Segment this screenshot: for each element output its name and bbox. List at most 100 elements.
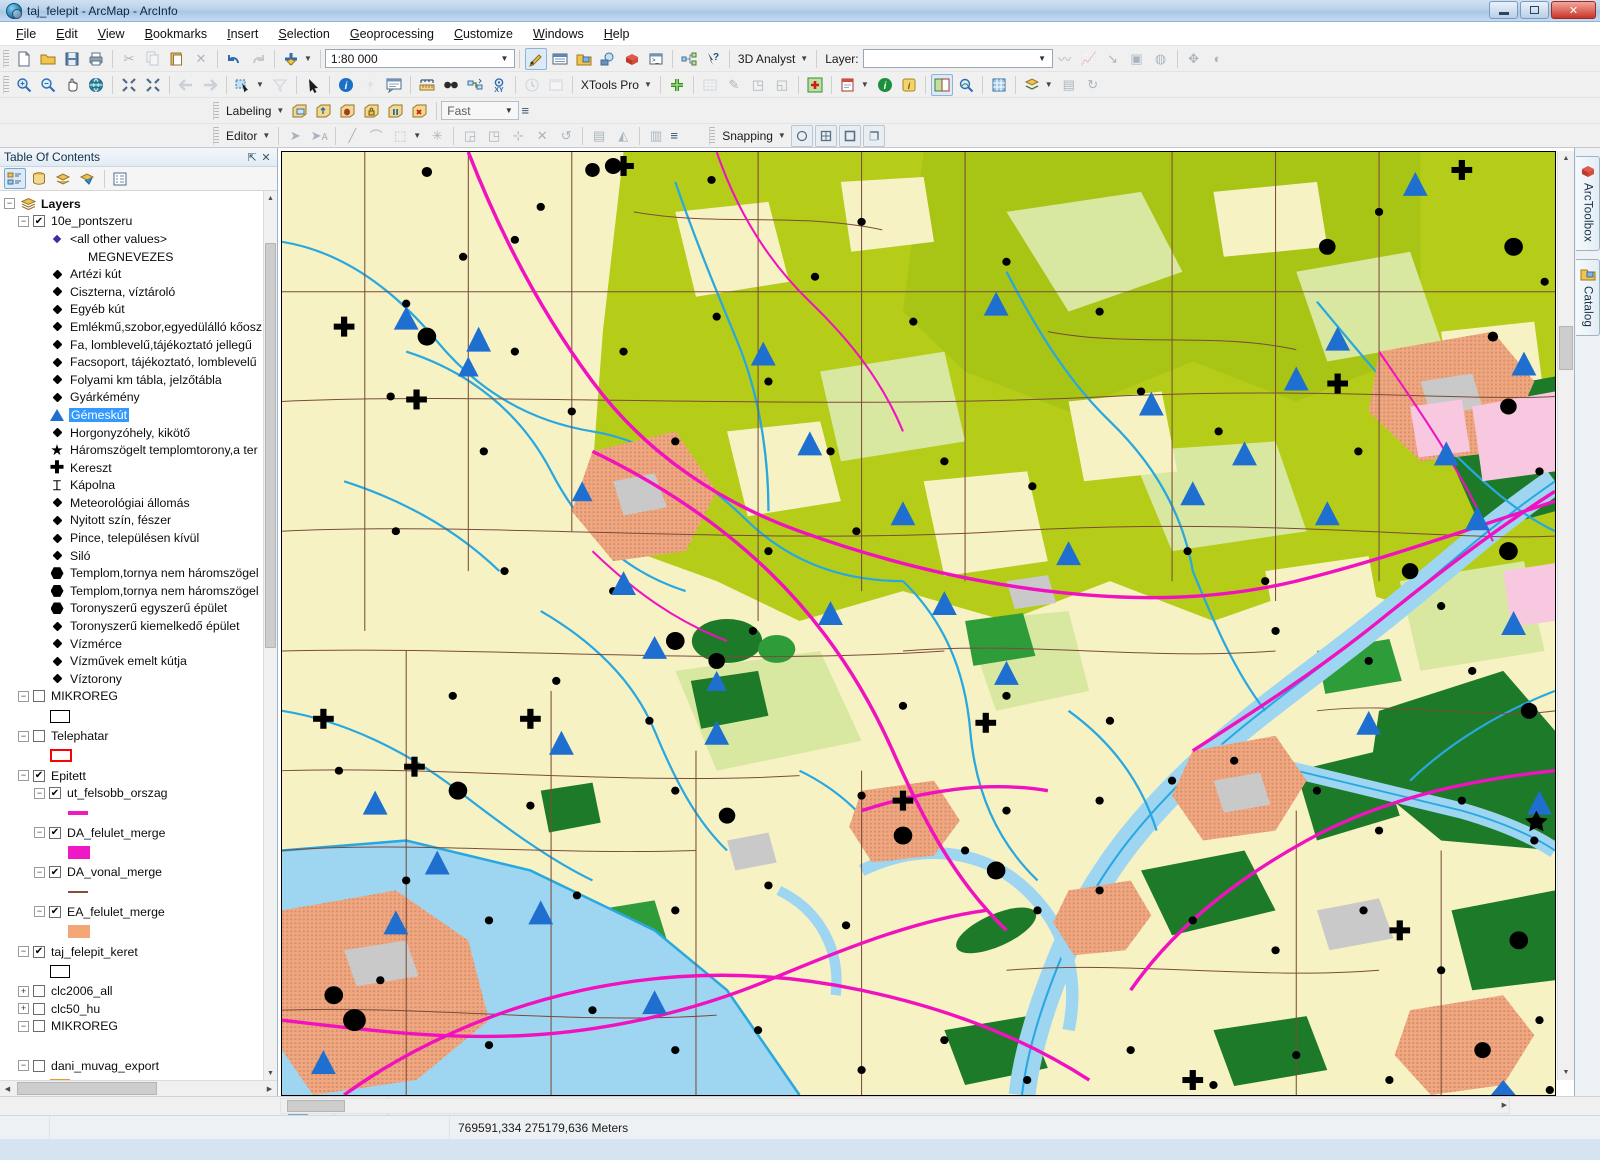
- menu-windows[interactable]: Windows: [523, 24, 594, 44]
- create-features-icon[interactable]: ▥: [645, 125, 667, 147]
- open-folder-icon[interactable]: [37, 48, 59, 70]
- toc-item-mikroreg[interactable]: − MIKROREG: [4, 1018, 263, 1036]
- toc-item-da-felulet-merge[interactable]: − ✔ DA_felulet_merge: [4, 824, 263, 842]
- expander-minus-icon[interactable]: −: [34, 827, 45, 839]
- dock-tab-arctoolbox[interactable]: ArcToolbox: [1576, 156, 1600, 251]
- find-route-icon[interactable]: [464, 74, 486, 96]
- toc-item-v-ztorony[interactable]: Víztorony: [4, 670, 263, 688]
- toc-item-toronyszer-kiemelked-p-let[interactable]: Toronyszerű kiemelkedő épület: [4, 617, 263, 635]
- xtools-clip-icon[interactable]: ◳: [747, 74, 769, 96]
- layer-combo[interactable]: ▼: [862, 49, 1053, 68]
- expander-minus-icon[interactable]: −: [18, 1060, 29, 1072]
- chevron-down-icon[interactable]: ▼: [262, 131, 270, 140]
- split-icon[interactable]: ◲: [459, 125, 481, 147]
- toolbar-grip[interactable]: [3, 49, 9, 68]
- xtools-overlay-icon[interactable]: ◱: [771, 74, 793, 96]
- merge-icon[interactable]: ⊹: [507, 125, 529, 147]
- label-priority-icon[interactable]: [313, 100, 335, 122]
- undo-icon[interactable]: [223, 48, 245, 70]
- expander-minus-icon[interactable]: −: [18, 1020, 29, 1032]
- expander-minus-icon[interactable]: −: [18, 215, 29, 227]
- expander-minus-icon[interactable]: −: [18, 946, 29, 958]
- catalog-window-icon[interactable]: [573, 48, 595, 70]
- label-manager-icon[interactable]: [289, 100, 311, 122]
- endpoint-arc-icon[interactable]: ⌒: [365, 125, 387, 147]
- table-of-contents-icon[interactable]: [549, 48, 571, 70]
- expander-minus-icon[interactable]: −: [18, 690, 29, 702]
- attributes-icon[interactable]: ▤: [588, 125, 610, 147]
- xtools-help-icon[interactable]: i: [898, 74, 920, 96]
- toc-item-k-polna[interactable]: ⌶ Kápolna: [4, 477, 263, 495]
- chevron-down-icon[interactable]: ▼: [1045, 80, 1053, 89]
- arcscene-icon[interactable]: ▣: [1126, 48, 1148, 70]
- toc-item-da-vonal-merge[interactable]: − ✔ DA_vonal_merge: [4, 864, 263, 882]
- whats-this-icon[interactable]: ?: [702, 48, 724, 70]
- forward-extent-icon[interactable]: [199, 74, 221, 96]
- toc-item-facsoport-t-j-koztat-lomblevel[interactable]: Facsoport, tájékoztató, lomblevelű: [4, 353, 263, 371]
- cut-polygons-icon[interactable]: ◳: [483, 125, 505, 147]
- toolbar-grip[interactable]: [3, 75, 9, 94]
- point-snapping-icon[interactable]: [790, 124, 813, 147]
- xtools-grid-icon[interactable]: [988, 74, 1010, 96]
- menu-editor[interactable]: Editor: [222, 129, 261, 143]
- add-data-dropdown-icon[interactable]: ▼: [304, 54, 312, 63]
- map-canvas[interactable]: [281, 151, 1556, 1096]
- new-document-icon[interactable]: [13, 48, 35, 70]
- add-data-icon[interactable]: [280, 48, 302, 70]
- xtools-plus-icon[interactable]: [804, 74, 826, 96]
- menu-insert[interactable]: Insert: [217, 24, 268, 44]
- chevron-down-icon[interactable]: ▼: [644, 80, 652, 89]
- toc-scroll-thumb[interactable]: [265, 243, 276, 648]
- toc-item-templom-tornya-nem-h-romsz-gel[interactable]: Templom,tornya nem háromszögel: [4, 582, 263, 600]
- xtools-layers-icon[interactable]: [930, 73, 953, 96]
- chevron-down-icon[interactable]: ▼: [1035, 51, 1050, 66]
- toc-root-layers[interactable]: − Layers: [4, 195, 263, 213]
- toc-item-ciszterna-v-zt-rol[interactable]: Ciszterna, víztároló: [4, 283, 263, 301]
- toc-horizontal-scrollbar[interactable]: ◀ ▶: [0, 1080, 277, 1096]
- edge-snapping-icon[interactable]: [838, 124, 861, 147]
- layer-visibility-checkbox[interactable]: ✔: [33, 945, 45, 958]
- scroll-down-arrow-icon[interactable]: ▼: [264, 1066, 277, 1080]
- close-icon[interactable]: ✕: [259, 151, 273, 164]
- lock-labels-icon[interactable]: [361, 100, 383, 122]
- vertex-snapping-icon[interactable]: [814, 124, 837, 147]
- layer-visibility-checkbox[interactable]: [33, 690, 45, 703]
- layer-visibility-checkbox[interactable]: [33, 1020, 45, 1033]
- toc-item-taj-felepit-keret[interactable]: − ✔ taj_felepit_keret: [4, 943, 263, 961]
- scroll-right-arrow-icon[interactable]: ▶: [1502, 1101, 1507, 1109]
- close-button[interactable]: ✕: [1551, 1, 1596, 19]
- time-slider-icon[interactable]: [521, 74, 543, 96]
- toc-item-pince-telep-l-sen-k-v-l[interactable]: Pince, településen kívül: [4, 529, 263, 547]
- map-scale-combo[interactable]: 1:80 000 ▼: [324, 49, 515, 68]
- toc-item-epitett[interactable]: − ✔ Epitett: [4, 767, 263, 785]
- toc-item-megnevezes[interactable]: MEGNEVEZES: [4, 248, 263, 266]
- toc-item-gy-rk-m-ny[interactable]: Gyárkémény: [4, 389, 263, 407]
- trace-icon[interactable]: ⬚: [389, 125, 411, 147]
- chevron-down-icon[interactable]: ▼: [861, 80, 869, 89]
- list-by-visibility-icon[interactable]: [52, 168, 74, 189]
- toc-item-mikroreg[interactable]: − MIKROREG: [4, 688, 263, 706]
- xtools-table-icon[interactable]: [699, 74, 721, 96]
- layer-visibility-checkbox[interactable]: ✔: [33, 769, 45, 782]
- layer-visibility-checkbox[interactable]: ✔: [49, 905, 61, 918]
- list-by-selection-icon[interactable]: [76, 168, 98, 189]
- georeferencing-icon[interactable]: ✥: [1183, 48, 1205, 70]
- expander-minus-icon[interactable]: −: [18, 730, 29, 742]
- redo-icon[interactable]: [247, 48, 269, 70]
- scroll-right-arrow-icon[interactable]: ▶: [262, 1085, 277, 1093]
- map-scroll-thumb[interactable]: [1559, 326, 1573, 370]
- editor-toolbar-icon[interactable]: [524, 47, 547, 70]
- toc-item-clc50-hu[interactable]: + clc50_hu: [4, 1000, 263, 1018]
- expander-minus-icon[interactable]: −: [34, 787, 45, 799]
- toc-hscroll-thumb[interactable]: [17, 1082, 157, 1095]
- label-weight-icon[interactable]: [337, 100, 359, 122]
- select-elements-icon[interactable]: [302, 74, 324, 96]
- expander-minus-icon[interactable]: −: [34, 906, 45, 918]
- toc-item-folyami-km-t-bla-jelz-t-bla[interactable]: Folyami km tábla, jelzőtábla: [4, 371, 263, 389]
- menu-help[interactable]: Help: [594, 24, 640, 44]
- toolbar-grip[interactable]: [213, 101, 219, 120]
- dock-tab-catalog[interactable]: Catalog: [1576, 258, 1600, 336]
- go-to-xy-icon[interactable]: XY: [488, 74, 510, 96]
- options-icon[interactable]: [109, 168, 131, 189]
- select-features-icon[interactable]: [232, 74, 254, 96]
